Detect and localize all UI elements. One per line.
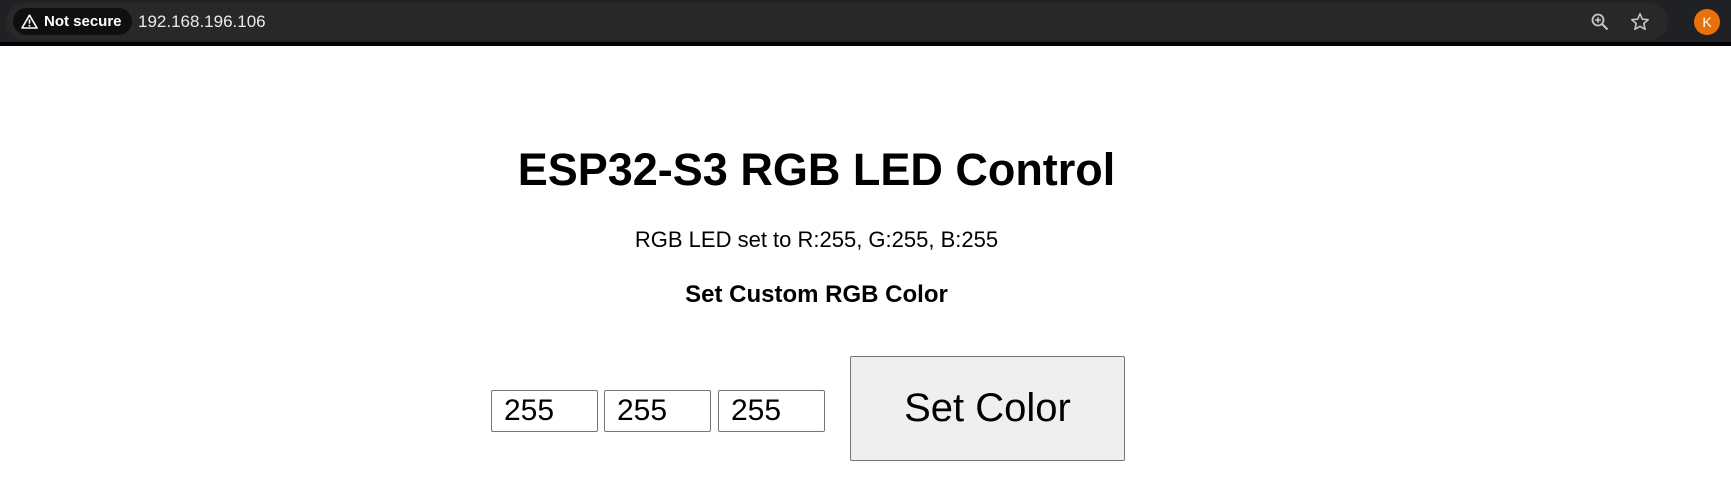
security-label: Not secure (44, 13, 122, 30)
star-icon[interactable] (1630, 12, 1650, 32)
warning-triangle-icon (21, 14, 38, 29)
form-heading: Set Custom RGB Color (685, 281, 948, 308)
url-text[interactable]: 192.168.196.106 (138, 12, 266, 32)
green-input[interactable] (604, 390, 711, 432)
profile-avatar[interactable]: K (1694, 9, 1720, 35)
browser-toolbar: Not secure 192.168.196.106 K (0, 0, 1731, 46)
security-indicator[interactable]: Not secure (13, 8, 132, 35)
set-color-button[interactable]: Set Color (850, 356, 1125, 461)
led-status-text: RGB LED set to R:255, G:255, B:255 (634, 227, 999, 252)
address-bar[interactable]: Not secure 192.168.196.106 (6, 3, 1668, 40)
zoom-in-icon[interactable] (1590, 12, 1610, 32)
red-input[interactable] (491, 390, 598, 432)
page-title: ESP32-S3 RGB LED Control (517, 144, 1116, 195)
blue-input[interactable] (718, 390, 825, 432)
